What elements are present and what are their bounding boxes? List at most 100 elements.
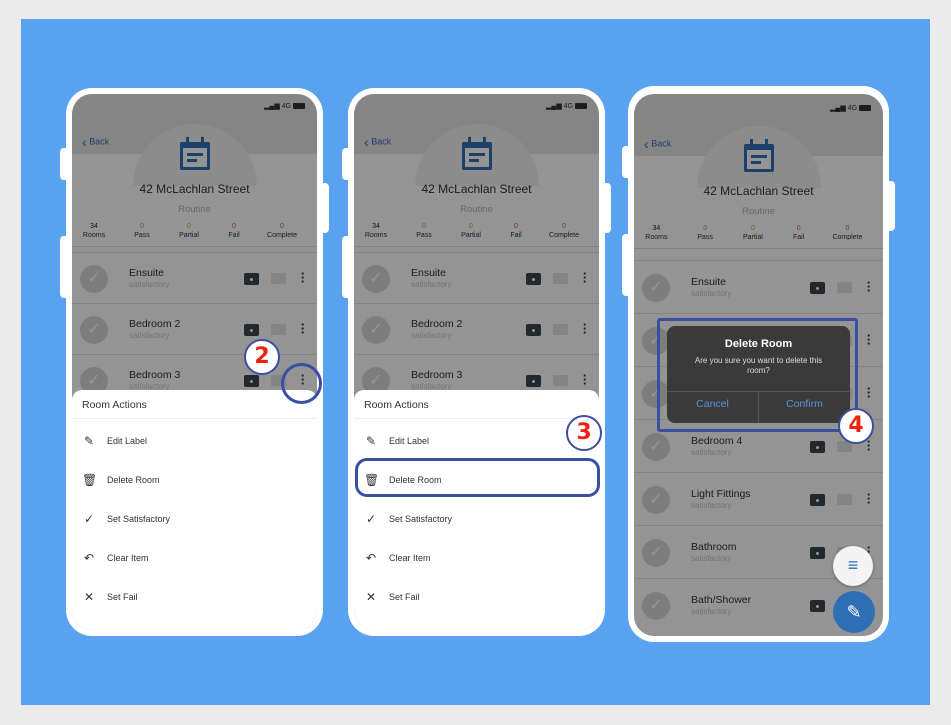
camera-icon[interactable]	[810, 546, 825, 559]
stat-value: 0	[232, 223, 236, 230]
status-bar: ▂▄▆ 4G	[546, 102, 587, 110]
stat-label: Pass	[416, 232, 432, 239]
more-options-icon[interactable]: ···	[300, 318, 306, 339]
comment-icon[interactable]	[271, 272, 286, 284]
room-row[interactable]: ✓ Ensuite satisfactory · · ·	[72, 252, 317, 303]
camera-icon[interactable]	[810, 281, 825, 294]
inspection-type: Routine	[742, 206, 775, 217]
back-button[interactable]: ‹ Back	[364, 134, 391, 150]
highlight-dialog	[657, 318, 858, 432]
back-label: Back	[651, 138, 672, 149]
action-label: Set Fail	[389, 592, 420, 602]
action-edit-label[interactable]: ✎ Edit Label	[354, 422, 599, 461]
status-bar: ▂▄▆ 4G	[264, 102, 305, 110]
phone-mockup: ▂▄▆ 4G ‹ Back 42 McLachlan Street Routine 3…	[348, 88, 605, 636]
room-status-check-icon[interactable]: ✓	[642, 591, 670, 620]
room-row[interactable]: ✓ Bedroom 2satisfactory ···	[72, 303, 317, 354]
action-label: Clear Item	[107, 553, 149, 563]
room-row[interactable]: ✓ Ensuite satisfactory · · ·	[634, 260, 883, 313]
stat-label: Fail	[793, 234, 805, 241]
more-options-icon[interactable]: ···	[582, 267, 588, 288]
property-title: 42 McLachlan Street	[703, 184, 814, 198]
comment-icon[interactable]	[553, 374, 568, 386]
camera-icon[interactable]	[810, 599, 825, 612]
room-status-check-icon[interactable]: ✓	[642, 432, 670, 461]
action-delete-room[interactable]: 🗑 Delete Room	[72, 461, 317, 500]
more-options-icon[interactable]: ···	[866, 435, 872, 456]
signal-icon: ▂▄▆	[546, 103, 564, 110]
room-status: satisfactory	[129, 279, 170, 289]
camera-icon[interactable]	[526, 323, 541, 336]
stat-value: 0	[796, 225, 801, 232]
room-name: Light Fittings	[691, 487, 751, 500]
stat-value: 0	[187, 223, 191, 230]
room-name: Ensuite	[411, 266, 447, 279]
pencil-icon: ✎	[365, 434, 377, 448]
more-options-icon[interactable]: ···	[300, 267, 306, 288]
stat-value: 0	[140, 223, 144, 230]
back-button[interactable]: ‹ Back	[644, 136, 671, 152]
room-status-check-icon[interactable]: ✓	[362, 264, 390, 293]
comment-icon[interactable]	[837, 493, 852, 505]
room-status-check-icon[interactable]: ✓	[80, 315, 108, 344]
action-clear-item[interactable]: ↶ Clear Item	[72, 539, 317, 578]
more-options-icon[interactable]: ···	[582, 318, 588, 339]
room-row[interactable]: ✓ Light Fittings satisfactory · · ·	[634, 472, 883, 525]
room-status-check-icon[interactable]: ✓	[642, 273, 670, 302]
camera-icon[interactable]	[244, 272, 259, 285]
room-name: Bedroom 4	[691, 434, 743, 447]
more-options-icon[interactable]: ···	[582, 369, 588, 390]
action-label: Set Satisfactory	[107, 514, 171, 524]
phone-side-button	[60, 236, 70, 298]
room-status: satisfactory	[411, 330, 452, 340]
camera-icon[interactable]	[244, 374, 259, 387]
comment-icon[interactable]	[553, 272, 568, 284]
stat-value: 0	[562, 223, 566, 230]
room-name: Bath/Shower	[691, 593, 752, 606]
more-options-icon[interactable]: ···	[866, 382, 872, 403]
room-status-check-icon[interactable]: ✓	[642, 538, 670, 567]
action-set-satisfactory[interactable]: ✓ Set Satisfactory	[72, 500, 317, 539]
signal-icon: ▂▄▆	[830, 105, 848, 112]
inspection-type: Routine	[460, 204, 493, 215]
comment-icon[interactable]	[553, 323, 568, 335]
room-status-check-icon[interactable]: ✓	[362, 315, 390, 344]
room-name: Ensuite	[129, 266, 165, 279]
check-icon: ✓	[365, 512, 377, 526]
room-status-check-icon[interactable]: ✓	[642, 485, 670, 514]
room-status-check-icon[interactable]: ✓	[80, 264, 108, 293]
comment-icon[interactable]	[271, 323, 286, 335]
action-clear-item[interactable]: ↶ Clear Item	[354, 539, 599, 578]
room-row[interactable]: ✓ Bedroom 2satisfactory ···	[354, 303, 599, 354]
action-set-fail[interactable]: ✕ Set Fail	[354, 578, 599, 617]
edit-fab[interactable]: ✎	[833, 591, 875, 633]
battery-icon	[293, 103, 305, 110]
camera-icon[interactable]	[810, 440, 825, 453]
stat-label: Rooms	[645, 234, 668, 241]
action-edit-label[interactable]: ✎ Edit Label	[72, 422, 317, 461]
action-set-fail[interactable]: ✕ Set Fail	[72, 578, 317, 617]
stat-label: Pass	[134, 232, 150, 239]
stat-pass: 0 Pass	[680, 224, 730, 242]
back-button[interactable]: ‹ Back	[82, 134, 109, 150]
room-row[interactable]: ✓ Ensuite satisfactory · · ·	[354, 252, 599, 303]
more-options-icon[interactable]: ···	[866, 329, 872, 350]
room-name: Ensuite	[691, 275, 727, 288]
camera-icon[interactable]	[526, 272, 541, 285]
inspection-type: Routine	[178, 204, 211, 215]
sheet-title: Room Actions	[364, 399, 429, 411]
room-name: Bedroom 3	[411, 368, 463, 381]
stat-label: Complete	[267, 232, 297, 239]
menu-fab[interactable]: ≡	[833, 546, 873, 586]
camera-icon[interactable]	[244, 323, 259, 336]
trash-icon: 🗑	[82, 473, 98, 487]
stat-label: Partial	[461, 232, 481, 239]
phone-mockup: ▂▄▆ 4G ‹ Back 42 McLachlan Street Routine 3…	[66, 88, 323, 636]
more-options-icon[interactable]: ···	[866, 488, 872, 509]
stat-partial: 0 Partial	[728, 224, 778, 242]
action-set-satisfactory[interactable]: ✓ Set Satisfactory	[354, 500, 599, 539]
camera-icon[interactable]	[526, 374, 541, 387]
more-options-icon[interactable]: ···	[866, 276, 872, 297]
camera-icon[interactable]	[810, 493, 825, 506]
comment-icon[interactable]	[837, 281, 852, 293]
